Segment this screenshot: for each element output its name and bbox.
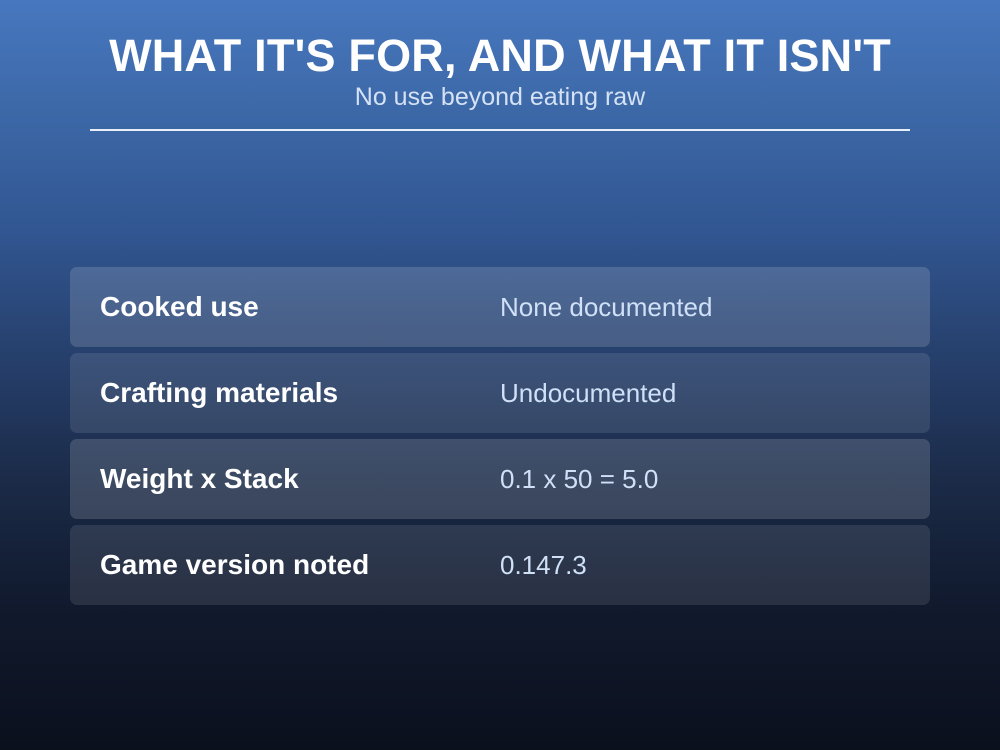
- info-table: Cooked use None documented Crafting mate…: [70, 267, 930, 611]
- page-title: WHAT IT'S FOR, AND WHAT IT ISN'T: [109, 30, 891, 81]
- page-subtitle: No use beyond eating raw: [354, 83, 646, 111]
- row-value: None documented: [500, 292, 713, 322]
- row-value: 0.147.3: [500, 550, 587, 580]
- row-label: Weight x Stack: [100, 463, 299, 494]
- row-label: Crafting materials: [100, 377, 339, 408]
- row-label: Game version noted: [100, 549, 370, 580]
- row-value: Undocumented: [500, 378, 677, 408]
- row-label: Cooked use: [100, 291, 259, 322]
- table-row-cooked-use: Cooked use None documented: [70, 267, 930, 347]
- row-value: 0.1 x 50 = 5.0: [500, 464, 659, 494]
- table-row-crafting-materials: Crafting materials Undocumented: [70, 353, 930, 433]
- header-divider: [90, 129, 910, 131]
- table-row-weight-stack: Weight x Stack 0.1 x 50 = 5.0: [70, 439, 930, 519]
- table-row-game-version: Game version noted 0.147.3: [70, 525, 930, 605]
